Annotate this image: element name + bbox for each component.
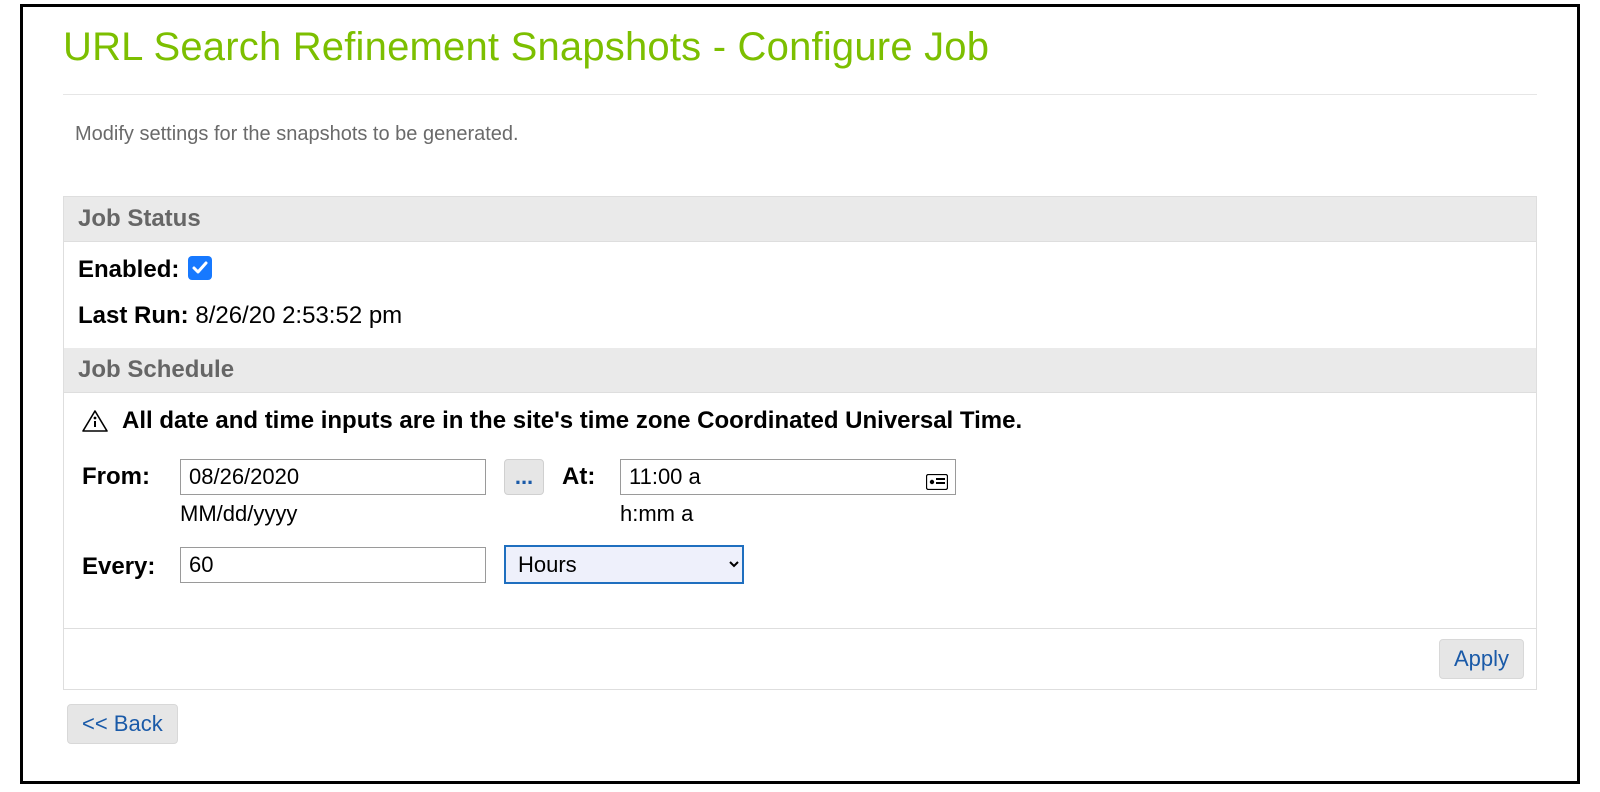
page-frame: URL Search Refinement Snapshots - Config… [20, 4, 1580, 784]
from-date-input[interactable] [180, 459, 486, 495]
last-run-row: Last Run: 8/26/20 2:53:52 pm [78, 302, 1522, 330]
every-unit-select[interactable]: Hours [504, 545, 744, 584]
every-value-input[interactable] [180, 547, 486, 583]
at-time-input[interactable] [620, 459, 956, 495]
page-title: URL Search Refinement Snapshots - Config… [63, 25, 1537, 70]
at-label: At: [562, 459, 602, 491]
every-row: Every: Hours [82, 545, 1518, 584]
job-status-heading: Job Status [64, 197, 1536, 242]
job-schedule-body: All date and time inputs are in the site… [64, 393, 1536, 628]
job-schedule-heading: Job Schedule [64, 348, 1536, 393]
config-panel: Job Status Enabled: Last Run: 8/26/20 2:… [63, 196, 1537, 690]
from-row: From: MM/dd/yyyy ... At: [82, 459, 1518, 527]
from-date-hint: MM/dd/yyyy [180, 501, 486, 527]
timezone-notice: All date and time inputs are in the site… [82, 407, 1518, 435]
last-run-label: Last Run: [78, 302, 189, 329]
job-status-body: Enabled: Last Run: 8/26/20 2:53:52 pm [64, 242, 1536, 348]
back-button[interactable]: << Back [67, 704, 178, 744]
every-label: Every: [82, 549, 162, 581]
check-icon [191, 259, 209, 277]
title-divider [63, 94, 1537, 95]
info-triangle-icon [82, 410, 108, 432]
enabled-label: Enabled: [78, 256, 179, 283]
apply-button[interactable]: Apply [1439, 639, 1524, 679]
time-picker-icon[interactable] [926, 469, 948, 485]
apply-bar: Apply [64, 628, 1536, 689]
page-subtitle: Modify settings for the snapshots to be … [75, 123, 1537, 146]
enabled-row: Enabled: [78, 256, 1522, 284]
date-picker-button[interactable]: ... [504, 459, 544, 495]
timezone-notice-text: All date and time inputs are in the site… [122, 407, 1022, 435]
back-row: << Back [63, 704, 1537, 744]
from-label: From: [82, 459, 162, 491]
enabled-checkbox[interactable] [188, 256, 212, 280]
last-run-value: 8/26/20 2:53:52 pm [195, 302, 402, 329]
at-time-hint: h:mm a [620, 501, 956, 527]
